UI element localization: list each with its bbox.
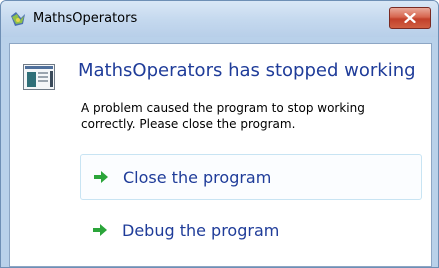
- error-dialog-window: MathsOperators MathsOperators has stoppe…: [0, 0, 439, 268]
- app-icon: [9, 10, 27, 28]
- window-title: MathsOperators: [33, 11, 138, 26]
- green-arrow-icon: [93, 169, 109, 185]
- green-arrow-icon: [92, 222, 108, 238]
- error-heading: MathsOperators has stopped working: [78, 60, 416, 81]
- close-icon: [404, 13, 416, 23]
- close-program-option[interactable]: Close the program: [80, 154, 422, 200]
- dialog-content: MathsOperators has stopped working A pro…: [9, 43, 432, 267]
- program-window-icon: [23, 64, 55, 90]
- debug-program-label: Debug the program: [122, 220, 280, 240]
- title-bar[interactable]: MathsOperators: [1, 1, 438, 37]
- close-program-label: Close the program: [123, 167, 272, 187]
- error-message: A problem caused the program to stop wor…: [81, 101, 365, 131]
- close-button[interactable]: [389, 7, 431, 29]
- debug-program-option[interactable]: Debug the program: [80, 208, 420, 252]
